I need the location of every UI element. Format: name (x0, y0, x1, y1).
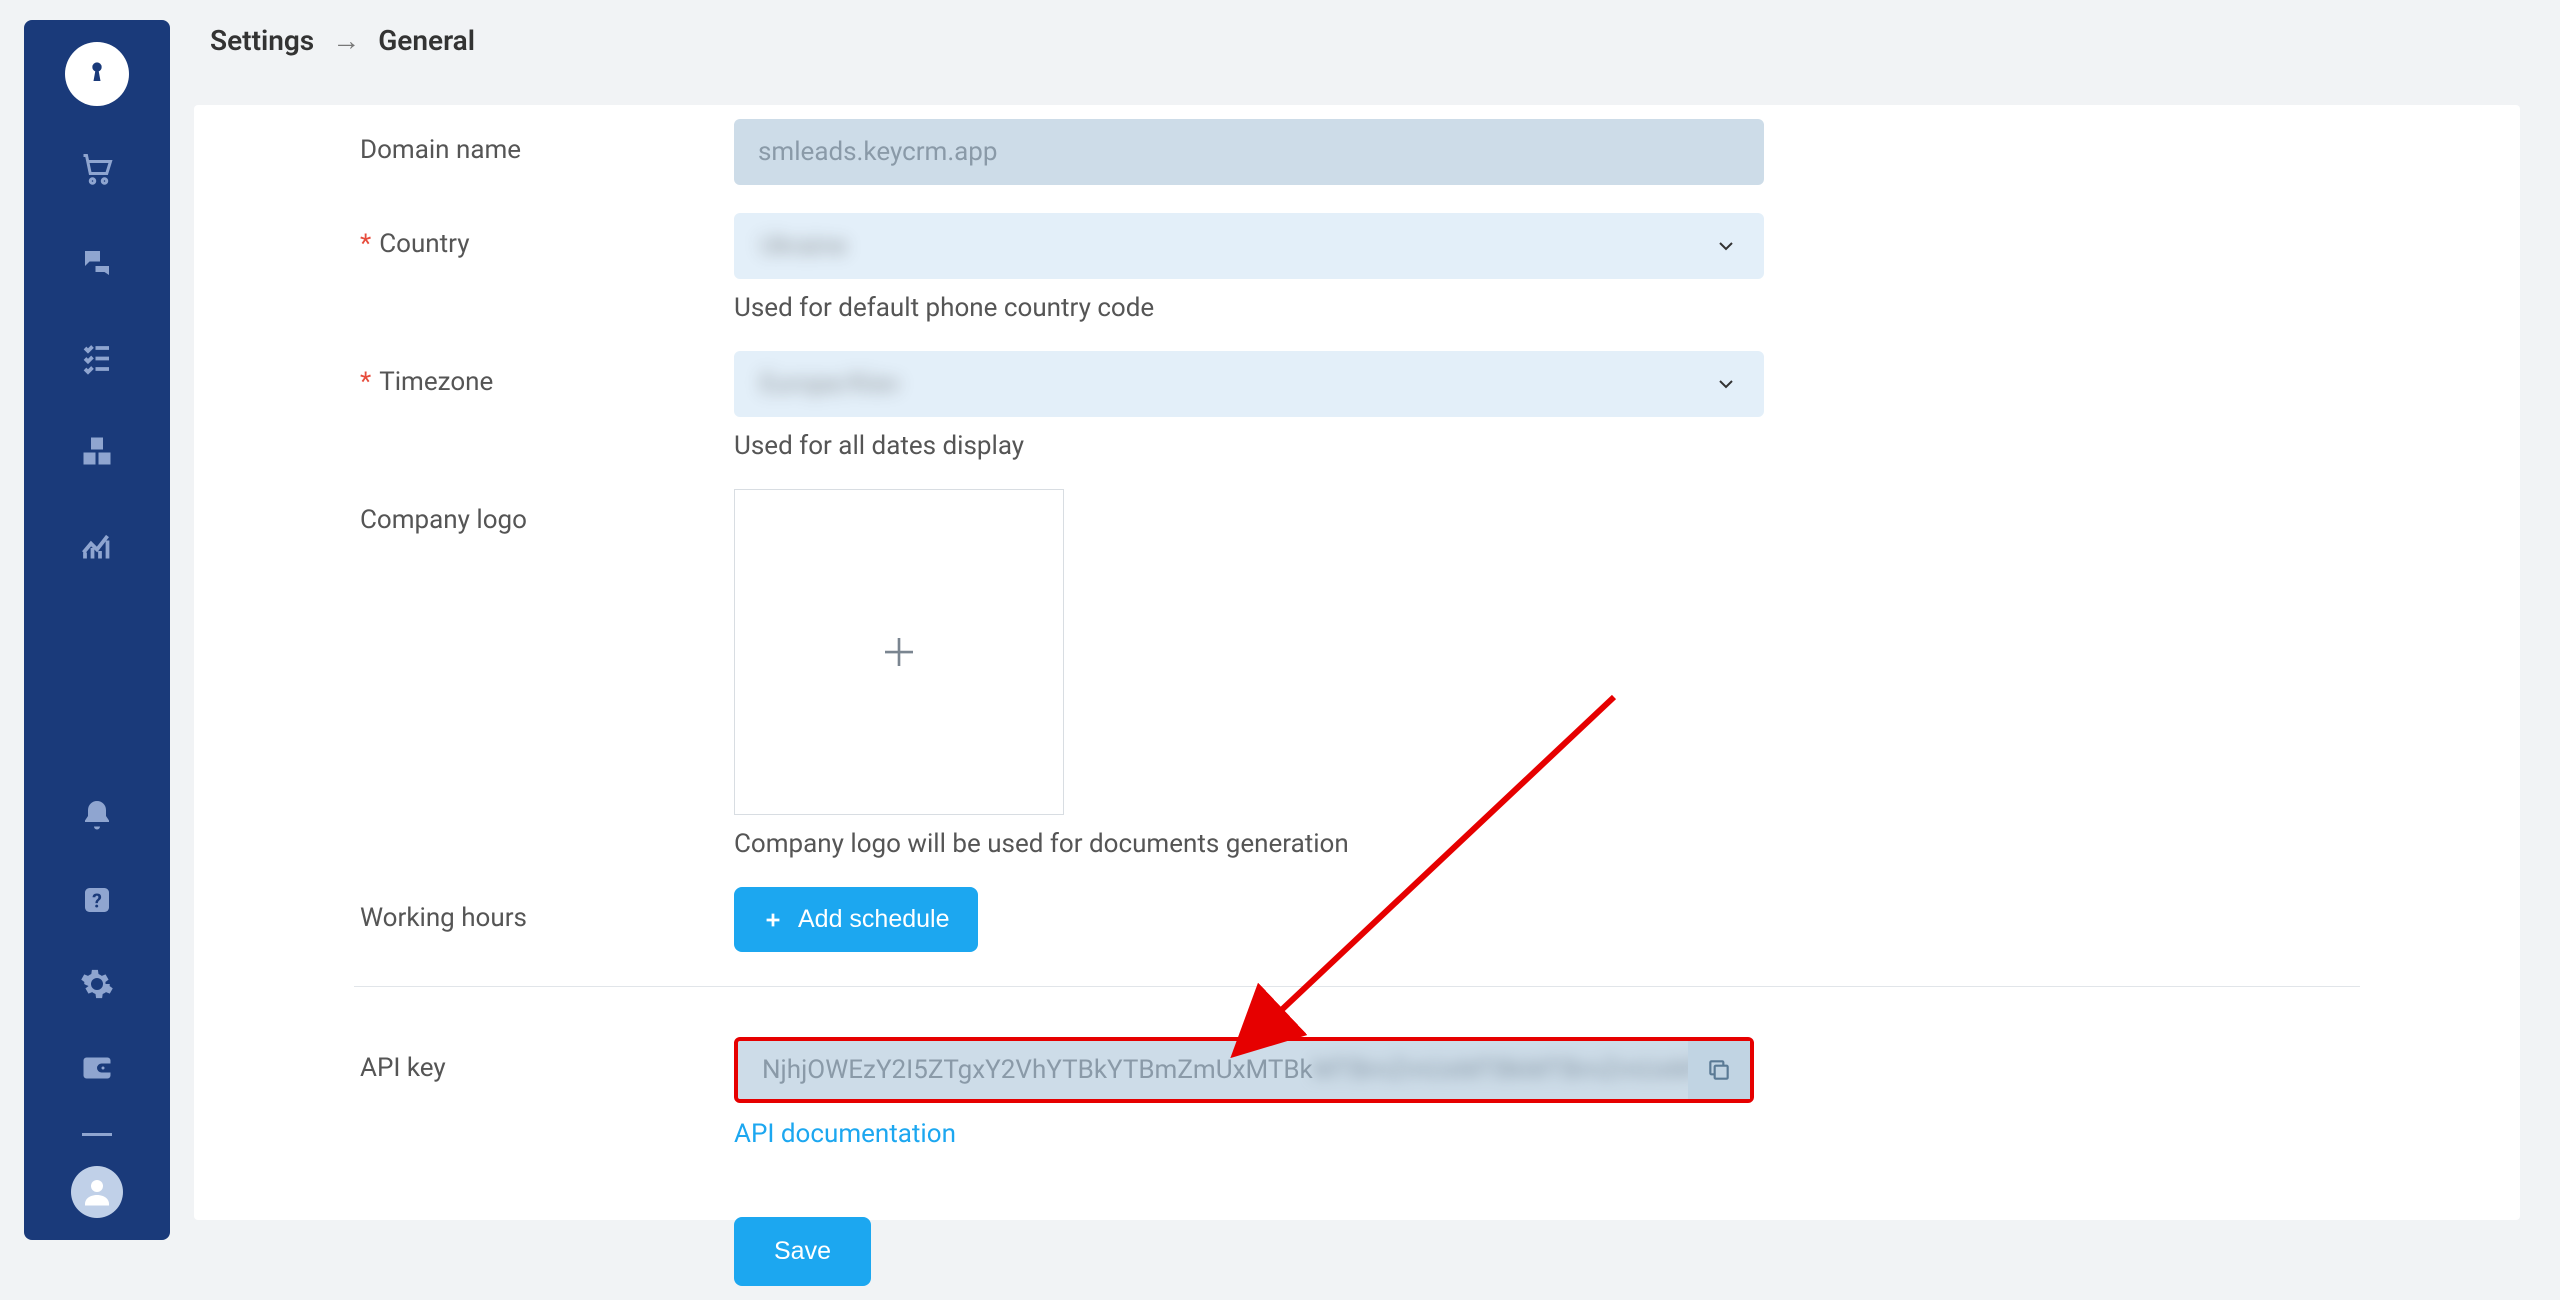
keyhole-icon (83, 60, 111, 88)
add-schedule-button[interactable]: Add schedule (734, 887, 978, 952)
app-logo[interactable] (65, 42, 129, 106)
logo-upload[interactable] (734, 489, 1064, 815)
gear-icon (79, 966, 115, 1002)
api-key-label: API key (194, 1037, 734, 1149)
chevron-down-icon (1714, 372, 1738, 396)
add-schedule-label: Add schedule (798, 905, 950, 934)
person-icon (79, 1174, 115, 1210)
chevron-down-icon (1714, 234, 1738, 258)
api-doc-link[interactable]: API documentation (734, 1119, 956, 1149)
domain-value: smleads.keycrm.app (758, 137, 998, 167)
settings-form: Domain name smleads.keycrm.app *Country … (194, 105, 2520, 1220)
sidebar: ? (24, 20, 170, 1240)
copy-api-key-button[interactable] (1688, 1041, 1750, 1099)
breadcrumb-section[interactable]: Settings (210, 24, 314, 57)
wallet-icon (79, 1050, 115, 1086)
user-avatar[interactable] (71, 1166, 123, 1218)
cart-icon (79, 151, 115, 187)
nav-inventory[interactable] (78, 432, 116, 470)
timezone-value: Europe/Kiev (760, 369, 900, 399)
timezone-label: *Timezone (194, 351, 734, 461)
save-button[interactable]: Save (734, 1217, 871, 1286)
help-icon: ? (79, 882, 115, 918)
nav-wallet[interactable] (78, 1049, 116, 1087)
checklist-icon (79, 339, 115, 375)
bell-icon (79, 798, 115, 834)
country-label: *Country (194, 213, 734, 323)
hours-label: Working hours (194, 887, 734, 952)
logo-label: Company logo (194, 489, 734, 859)
svg-text:?: ? (92, 890, 102, 913)
country-value: Ukraine (760, 231, 847, 261)
country-select[interactable]: Ukraine (734, 213, 1764, 279)
nav-tasks[interactable] (78, 338, 116, 376)
domain-label: Domain name (194, 119, 734, 185)
nav-help[interactable]: ? (78, 881, 116, 919)
api-key-blurred: MTBmZmUxMTBkMTBmZmUxMT (1313, 1055, 1708, 1085)
breadcrumb: Settings → General (170, 0, 2560, 105)
api-key-value: NjhjOWEzY2I5ZTgxY2VhYTBkYTBmZmUxMTBk (762, 1055, 1313, 1085)
copy-icon (1706, 1057, 1732, 1083)
sidebar-separator (82, 1133, 112, 1136)
timezone-select[interactable]: Europe/Kiev (734, 351, 1764, 417)
boxes-icon (79, 433, 115, 469)
breadcrumb-subsection: General (378, 24, 475, 57)
nav-messages[interactable] (78, 244, 116, 282)
nav-notifications[interactable] (78, 797, 116, 835)
api-key-field: NjhjOWEzY2I5ZTgxY2VhYTBkYTBmZmUxMTBkMTBm… (734, 1037, 1754, 1103)
nav-settings[interactable] (78, 965, 116, 1003)
divider (354, 986, 2360, 987)
domain-input: smleads.keycrm.app (734, 119, 1764, 185)
country-help: Used for default phone country code (734, 293, 1764, 323)
chat-icon (79, 245, 115, 281)
timezone-help: Used for all dates display (734, 431, 1764, 461)
nav-analytics[interactable] (78, 526, 116, 564)
save-label: Save (774, 1237, 831, 1266)
plus-icon (762, 909, 784, 931)
chart-icon (79, 527, 115, 563)
arrow-right-icon: → (332, 24, 360, 57)
plus-icon (878, 631, 920, 673)
nav-cart[interactable] (78, 150, 116, 188)
logo-help: Company logo will be used for documents … (734, 829, 1764, 859)
